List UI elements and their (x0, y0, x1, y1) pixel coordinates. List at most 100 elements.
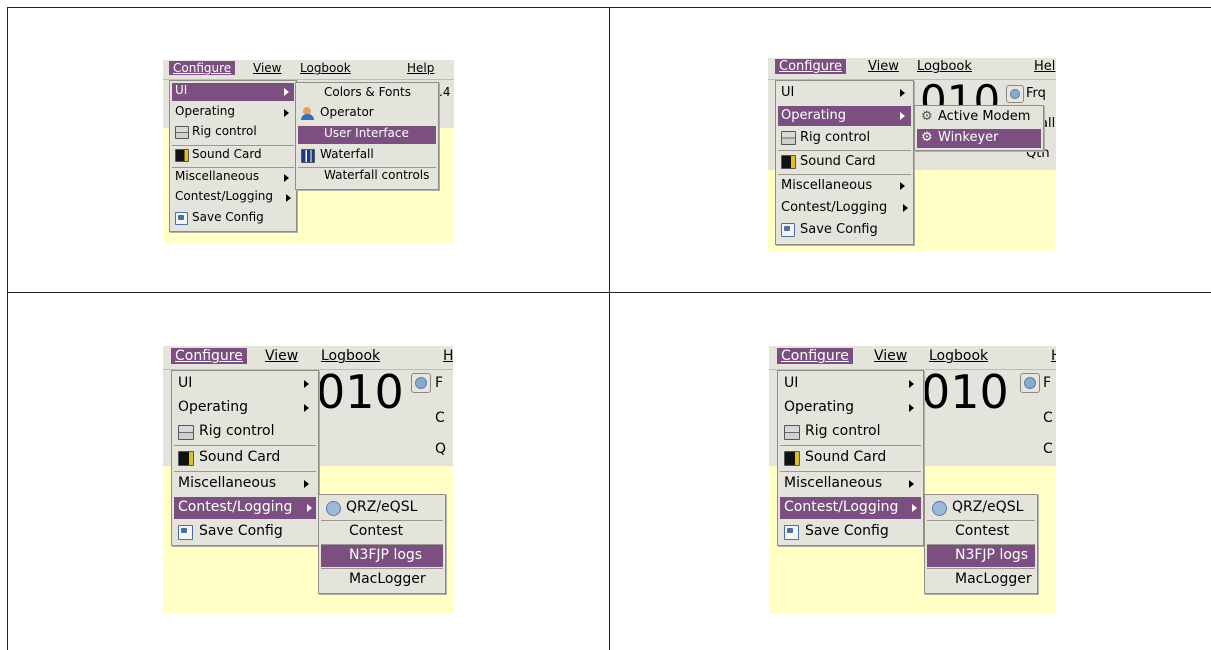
menu-separator (778, 174, 911, 175)
submenu-arrow-icon (903, 204, 908, 212)
menu-view[interactable]: View (249, 61, 285, 75)
contest-logging-submenu: QRZ/eQSL Contest N3FJP logs MacLogger (924, 494, 1038, 594)
configure-menu: UI Operating Rig control Sound Card Misc… (169, 80, 297, 232)
menu-help[interactable]: H (1047, 348, 1056, 364)
frequency-fragment: 010 (921, 365, 1009, 419)
submenu-arrow-icon (909, 404, 914, 412)
submenu-arrow-icon (284, 174, 289, 182)
menu-item-sound-card[interactable]: Sound Card (778, 152, 911, 172)
menu-item-operating[interactable]: Operating (780, 397, 921, 419)
menu-item-operator[interactable]: Operator (298, 105, 436, 123)
submenu-arrow-icon (304, 380, 309, 388)
menu-item-waterfall[interactable]: Waterfall (298, 147, 436, 165)
menu-item-contest-logging[interactable]: Contest/Logging (172, 189, 294, 207)
submenu-arrow-icon (900, 182, 905, 190)
menu-item-contest-logging[interactable]: Contest/Logging (780, 497, 921, 519)
panel-ui-menu: .4 Configure View Logbook Help UI Operat… (163, 60, 454, 243)
menu-item-user-interface[interactable]: User Interface (298, 126, 436, 144)
menu-item-n3fjp-logs[interactable]: N3FJP logs (927, 545, 1035, 567)
menu-help[interactable]: H (439, 348, 453, 364)
frequency-fragment: 010 (316, 365, 404, 419)
menu-item-operating[interactable]: Operating (174, 397, 316, 419)
save-config-icon (178, 525, 193, 540)
menu-item-sound-card[interactable]: Sound Card (780, 447, 921, 469)
menu-logbook[interactable]: Logbook (296, 61, 355, 75)
menu-view[interactable]: View (870, 348, 911, 364)
grid-divider-vertical (609, 7, 610, 650)
menu-item-contest-logging[interactable]: Contest/Logging (174, 497, 316, 519)
menu-item-contest[interactable]: Contest (321, 521, 443, 543)
operator-icon (301, 107, 314, 120)
submenu-arrow-icon (304, 404, 309, 412)
menu-item-winkeyer[interactable]: ⚙ Winkeyer (917, 129, 1041, 148)
menu-item-waterfall-controls[interactable]: Waterfall controls (298, 168, 436, 186)
submenu-arrow-icon (900, 89, 905, 97)
panel-contest-logging-menu-2: 010 F C C Configure View Logbook H UI Op… (769, 346, 1056, 614)
contest-logging-submenu: QRZ/eQSL Contest N3FJP logs MacLogger (318, 494, 446, 594)
menu-item-ui[interactable]: UI (778, 83, 911, 103)
submenu-arrow-icon (284, 88, 289, 96)
menu-item-ui[interactable]: UI (174, 373, 316, 395)
menu-item-miscellaneous[interactable]: Miscellaneous (780, 473, 921, 495)
lookup-button[interactable] (411, 373, 431, 393)
lookup-button[interactable] (1020, 373, 1040, 393)
menu-item-miscellaneous[interactable]: Miscellaneous (778, 176, 911, 196)
menu-configure[interactable]: Configure (171, 348, 247, 364)
globe-icon (326, 501, 341, 516)
menu-item-contest[interactable]: Contest (927, 521, 1035, 543)
menubar: Configure View Logbook Hel (768, 58, 1056, 80)
menu-item-miscellaneous[interactable]: Miscellaneous (172, 169, 294, 187)
menu-item-qrz-eqsl[interactable]: QRZ/eQSL (927, 497, 1035, 519)
menu-item-rig-control[interactable]: Rig control (780, 421, 921, 443)
grid-border-left (7, 7, 8, 650)
rig-control-icon (784, 425, 800, 440)
menu-item-contest-logging[interactable]: Contest/Logging (778, 198, 911, 218)
submenu-arrow-icon (909, 380, 914, 388)
menu-separator (780, 471, 921, 472)
menu-configure[interactable]: Configure (777, 348, 853, 364)
lookup-button[interactable] (1006, 85, 1024, 103)
menu-item-save-config[interactable]: Save Config (780, 521, 921, 543)
menu-configure[interactable]: Configure (775, 59, 847, 74)
submenu-arrow-icon (307, 504, 312, 512)
menu-item-operating[interactable]: Operating (778, 106, 911, 126)
menu-item-miscellaneous[interactable]: Miscellaneous (174, 473, 316, 495)
call-label: C (435, 410, 445, 426)
menu-item-ui[interactable]: UI (780, 373, 921, 395)
panel-contest-logging-menu: 010 F C Q Configure View Logbook H UI Op… (163, 346, 453, 614)
submenu-arrow-icon (286, 194, 291, 202)
menu-separator (172, 145, 294, 146)
menu-item-maclogger[interactable]: MacLogger (927, 569, 1035, 591)
menu-logbook[interactable]: Logbook (913, 59, 976, 74)
menu-help[interactable]: Hel (1030, 59, 1056, 74)
submenu-arrow-icon (909, 480, 914, 488)
menu-item-colors-fonts[interactable]: Colors & Fonts (298, 85, 436, 103)
menu-item-rig-control[interactable]: Rig control (778, 128, 911, 148)
menu-configure[interactable]: Configure (169, 61, 236, 75)
menu-item-save-config[interactable]: Save Config (172, 210, 294, 228)
save-config-icon (175, 212, 188, 225)
menu-item-operating[interactable]: Operating (172, 104, 294, 122)
menu-item-sound-card[interactable]: Sound Card (174, 447, 316, 469)
menu-item-sound-card[interactable]: Sound Card (172, 147, 294, 165)
menu-logbook[interactable]: Logbook (317, 348, 384, 364)
menu-separator (174, 471, 316, 472)
menu-item-ui[interactable]: UI (172, 83, 294, 101)
menu-help[interactable]: Help (403, 61, 438, 75)
menu-view[interactable]: View (261, 348, 302, 364)
sound-card-icon (781, 155, 796, 169)
menu-item-n3fjp-logs[interactable]: N3FJP logs (321, 545, 443, 567)
menu-item-qrz-eqsl[interactable]: QRZ/eQSL (321, 497, 443, 519)
menu-item-save-config[interactable]: Save Config (174, 521, 316, 543)
menu-item-active-modem[interactable]: ⚙ Active Modem (917, 108, 1041, 127)
menu-logbook[interactable]: Logbook (925, 348, 992, 364)
configure-menu: UI Operating Rig control Sound Card Misc… (775, 80, 914, 245)
menu-view[interactable]: View (864, 59, 903, 74)
rig-control-icon (175, 126, 189, 139)
qth-label: C (1043, 441, 1053, 457)
menu-item-save-config[interactable]: Save Config (778, 220, 911, 240)
menu-item-maclogger[interactable]: MacLogger (321, 569, 443, 591)
menu-item-rig-control[interactable]: Rig control (174, 421, 316, 443)
menu-item-rig-control[interactable]: Rig control (172, 124, 294, 142)
freq-label: F (1043, 375, 1052, 391)
